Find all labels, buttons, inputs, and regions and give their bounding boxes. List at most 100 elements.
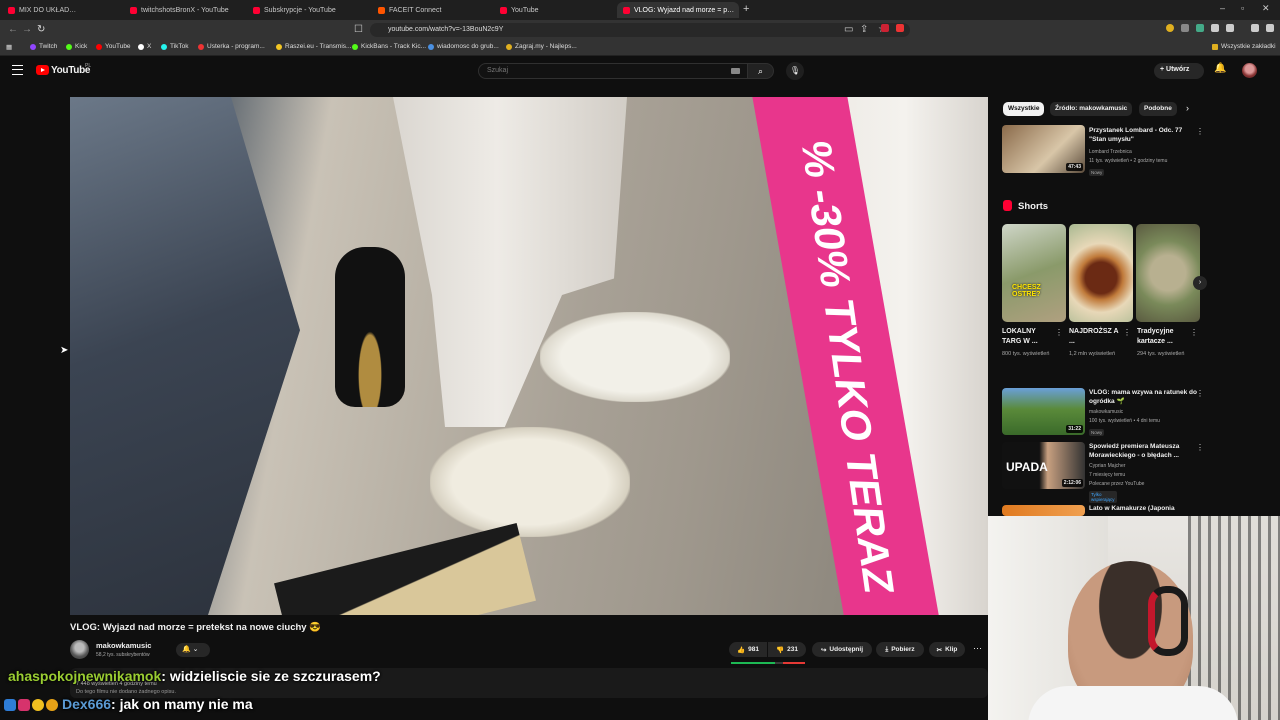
badge-icon (46, 699, 58, 712)
back-icon[interactable]: ← (8, 24, 18, 35)
extension-icon[interactable] (1181, 24, 1189, 32)
bookmark-kick[interactable]: Kick (66, 43, 87, 50)
bookmark-zagraj[interactable]: Zagraj.my - Najleps... (506, 43, 577, 50)
bookmark-star-icon[interactable]: ☐ (354, 24, 363, 35)
menu-icon[interactable] (1251, 24, 1259, 32)
hamburger-menu-icon[interactable] (12, 65, 23, 75)
bookmark-raszei[interactable]: Raszei.eu - Transmis... (276, 43, 351, 50)
cast-icon[interactable]: ▭ (844, 24, 853, 35)
chat-badges (4, 699, 58, 712)
video-thumbnail: 31:22 (1002, 388, 1085, 435)
keyboard-icon[interactable] (731, 68, 740, 74)
browser-tab[interactable]: FACEIT Connect (378, 2, 493, 18)
bookmark-usterka[interactable]: Usterka - program... (198, 43, 265, 50)
video-thumbnail (1002, 505, 1085, 516)
voice-search-button[interactable]: 🎙 (786, 62, 804, 80)
chip-related[interactable]: Podobne (1139, 102, 1177, 116)
shield-extension-icon[interactable] (881, 24, 889, 32)
shorts-next-button[interactable]: › (1193, 276, 1207, 290)
bookmark-x[interactable]: X (138, 43, 151, 50)
sidepanel-icon[interactable] (1226, 24, 1234, 32)
alert-extension-icon[interactable] (896, 24, 904, 32)
maximize-icon[interactable]: ▫ (1241, 3, 1244, 13)
rec-title: VLOG: mama wzywa na ratunek do ogródka 🌱 (1089, 389, 1197, 405)
download-button[interactable]: ⤓ Pobierz (876, 642, 924, 657)
browser-tab[interactable]: Subskrypcje - YouTube (253, 2, 368, 18)
apps-icon[interactable]: ▦ (6, 43, 12, 51)
forward-icon[interactable]: → (22, 24, 32, 35)
channel-avatar[interactable] (70, 640, 89, 659)
rec-title: Spowiedź premiera Mateusza Morawieckiego… (1089, 443, 1180, 459)
clip-button[interactable]: ✂ Klip (929, 642, 965, 657)
all-bookmarks[interactable]: Wszystkie zakładki (1212, 43, 1276, 50)
more-actions-icon[interactable]: ⋯ (973, 643, 982, 654)
short-thumbnail[interactable]: CHCESZ OSTRE? (1002, 224, 1066, 322)
minimize-icon[interactable]: – (1220, 3, 1225, 13)
share-button[interactable]: ↪ Udostępnij (812, 642, 872, 657)
search-input[interactable]: Szukaj (478, 63, 748, 79)
youtube-logo-icon[interactable] (36, 65, 49, 75)
video-title: VLOG: Wyjazd nad morze = pretekst na now… (70, 622, 322, 633)
like-button[interactable]: 👍 981 (729, 642, 767, 657)
new-tab-button[interactable]: + (743, 3, 749, 15)
kebab-menu-icon[interactable]: ⋮ (1055, 328, 1063, 337)
url-field[interactable]: youtube.com/watch?v=-13BouN2c9Y (370, 23, 910, 37)
rec-title: Lato w Kamakurze (Japonia (1089, 505, 1175, 512)
youtube-icon (8, 6, 15, 14)
extension-icon[interactable] (1211, 24, 1219, 32)
bookmark-twitch[interactable]: Twitch (30, 43, 57, 50)
close-window-icon[interactable]: ✕ (1262, 3, 1270, 14)
browser-tab[interactable]: twitchshotsBronX - YouTube (130, 2, 245, 18)
subscriber-count: 58,2 tys. subskrybentów (96, 652, 150, 658)
search-button[interactable]: ⌕ (748, 63, 774, 79)
chat-text: : widzieliscie sie ze szczurasem? (161, 668, 381, 684)
scissors-icon: ✂ (936, 646, 943, 654)
rec-channel: Cyprian Majcher (1089, 463, 1126, 469)
share-page-icon[interactable]: ⇪ (860, 24, 868, 35)
browser-tab[interactable]: MIX DO UKŁAD… (8, 2, 118, 18)
channel-name[interactable]: makowkamusic (96, 641, 151, 650)
extension-icon[interactable] (1196, 24, 1204, 32)
dislike-button[interactable]: 👎 231 (768, 642, 806, 657)
video-player[interactable]: % -30% TYLKO TERAZ (70, 97, 988, 615)
account-avatar[interactable] (1242, 63, 1257, 78)
extension-icon[interactable] (1166, 24, 1174, 32)
chevron-right-icon[interactable]: › (1186, 103, 1189, 113)
webcam-shirt (1028, 686, 1238, 720)
youtube-icon (623, 6, 630, 14)
bookmark-tiktok[interactable]: TikTok (161, 43, 189, 50)
bookmark-wiadomosc[interactable]: wiadomosc do grub... (428, 43, 499, 50)
tiktok-icon (161, 43, 167, 50)
kebab-menu-icon[interactable]: ⋮ (1196, 127, 1204, 136)
chip-from-channel[interactable]: Źródło: makowkamusic (1050, 102, 1133, 116)
subscription-bell-button[interactable]: 🔔 ⌄ (176, 643, 210, 657)
bookmark-youtube[interactable]: YouTube (96, 43, 131, 50)
reload-icon[interactable]: ↻ (37, 24, 45, 35)
kebab-menu-icon[interactable]: ⋮ (1190, 328, 1198, 337)
bookmark-kickbans[interactable]: KickBans - Track Kic... (352, 43, 426, 50)
kebab-menu-icon[interactable]: ⋮ (1123, 328, 1131, 337)
kebab-menu-icon[interactable]: ⋮ (1196, 443, 1204, 452)
video-thumbnail: UPADA 2:12:06 (1002, 442, 1085, 489)
kebab-menu-icon[interactable] (1266, 24, 1274, 32)
description-text: Do tego filmu nie dodano żadnego opisu. (76, 689, 176, 695)
notifications-bell-icon[interactable]: 🔔 (1214, 63, 1226, 74)
browser-tab-active[interactable]: VLOG: Wyjazd nad morze = p…✕ (617, 2, 739, 18)
duration-badge: 31:22 (1066, 425, 1083, 433)
kebab-menu-icon[interactable]: ⋮ (1196, 389, 1204, 398)
chat-username: ahaspokojnewnikamok (8, 668, 162, 684)
short-thumbnail[interactable] (1069, 224, 1133, 322)
rec-recommended: Polecane przez YouTube (1089, 481, 1145, 487)
rec-title: Przystanek Lombard - Odc. 77 "Stan umysł… (1089, 127, 1183, 143)
browser-tab[interactable]: YouTube (500, 2, 615, 18)
members-only-badge: Tylko wspierający (1089, 491, 1117, 503)
create-button[interactable]: + Utwórz (1154, 63, 1204, 79)
country-code: PL (85, 63, 92, 69)
duration-badge: 47:43 (1066, 163, 1083, 171)
short-thumbnail[interactable] (1136, 224, 1200, 322)
chip-all[interactable]: Wszystkie (1003, 102, 1045, 116)
chat-message: ahaspokojnewnikamok: widzieliscie sie ze… (8, 668, 381, 684)
video-frame-shoe (430, 427, 630, 537)
video-thumbnail: 47:43 (1002, 125, 1085, 173)
thumb-text: UPADA (1006, 460, 1048, 474)
